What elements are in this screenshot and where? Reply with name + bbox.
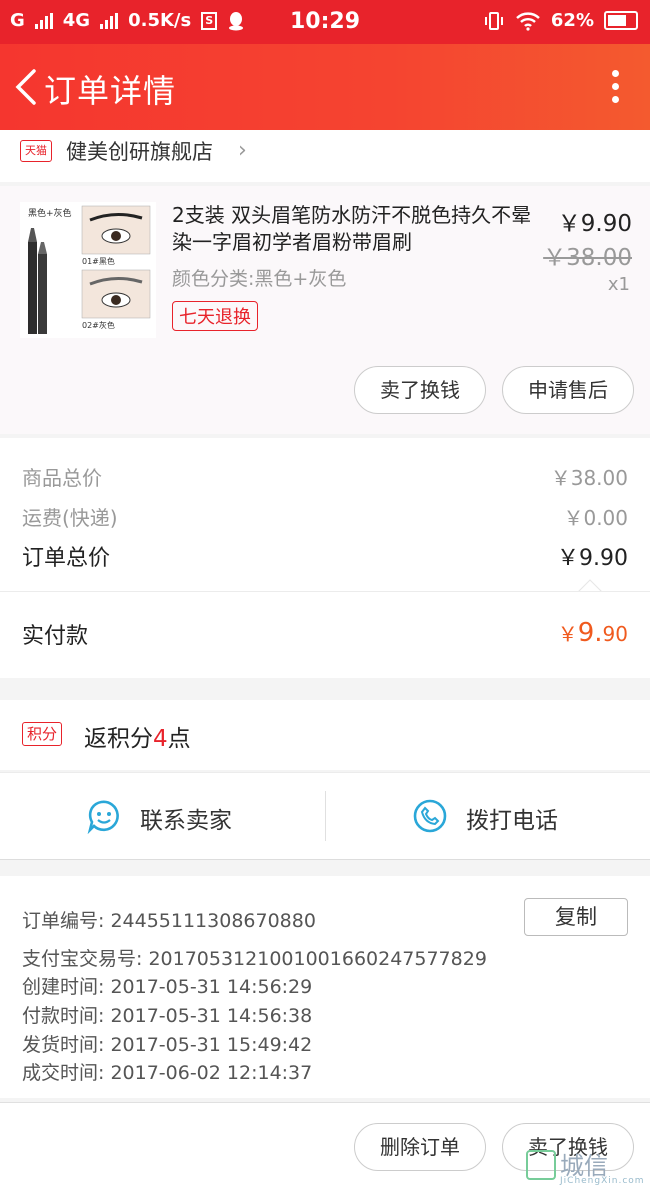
order-total-value: ￥9.90 — [557, 546, 628, 571]
thumb-label-2: 02#灰色 — [82, 320, 115, 330]
created-time: 创建时间: 2017-05-31 14:56:29 — [22, 976, 313, 998]
summary-divider — [0, 591, 650, 592]
page-title: 订单详情 — [44, 72, 177, 110]
price-summary: 商品总价 ￥38.00 运费(快递) ￥0.00 订单总价 ￥9.90 实付款 … — [0, 438, 650, 678]
paid-currency: ￥ — [557, 622, 578, 646]
points-text-before: 返积分 — [84, 726, 153, 752]
order-number: 订单编号: 24455111308670880 — [22, 910, 316, 932]
return-policy-badge: 七天退换 — [172, 301, 258, 331]
call-phone-label: 拨打电话 — [466, 808, 558, 834]
after-sale-button[interactable]: 申请售后 — [502, 366, 634, 414]
watermark-icon — [526, 1150, 556, 1180]
tmall-badge-icon: 天猫 — [20, 140, 52, 162]
contact-bar: 联系卖家 拨打电话 — [0, 772, 650, 860]
shop-name[interactable]: 健美创研旗舰店 — [66, 136, 213, 166]
chat-icon — [87, 800, 119, 834]
product-card[interactable]: 黑色+灰色 01#黑色 02#灰色 2支装 双头眉笔防水防汗不脱色持久不晕染一字… — [0, 186, 650, 434]
points-row: 积分 返积分4点 — [0, 700, 650, 770]
paid-decimal: 90 — [602, 622, 628, 646]
points-text-after: 点 — [167, 726, 191, 752]
goods-total-label: 商品总价 — [22, 466, 102, 490]
watermark-logo: 城信 JiChengXin.com — [524, 1146, 644, 1190]
more-menu-icon[interactable] — [610, 70, 620, 106]
order-total-label: 订单总价 — [22, 546, 111, 571]
product-title[interactable]: 2支装 双头眉笔防水防汗不脱色持久不晕染一字眉初学者眉粉带眉刷 — [172, 202, 542, 256]
wifi-icon — [516, 11, 540, 31]
points-text: 返积分4点 — [84, 719, 191, 753]
delete-order-button[interactable]: 删除订单 — [354, 1123, 486, 1171]
completed-time: 成交时间: 2017-06-02 12:14:37 — [22, 1062, 313, 1084]
caret-up-icon — [578, 579, 602, 592]
shipping-value: ￥0.00 — [563, 506, 628, 530]
thumb-label-1: 01#黑色 — [82, 256, 115, 266]
product-attribute: 颜色分类:黑色+灰色 — [172, 268, 347, 290]
paid-value: ￥9.90 — [558, 618, 628, 648]
shipping-label: 运费(快递) — [22, 506, 118, 530]
product-original-price: ￥38.00 — [543, 245, 632, 271]
product-quantity: x1 — [607, 274, 630, 295]
product-thumbnail[interactable]: 黑色+灰色 01#黑色 02#灰色 — [20, 202, 156, 338]
battery-percent: 62% — [550, 10, 594, 31]
shipped-time: 发货时间: 2017-05-31 15:49:42 — [22, 1034, 313, 1056]
back-arrow-icon[interactable] — [10, 67, 44, 107]
chevron-right-icon: › — [238, 138, 247, 163]
battery-icon — [604, 11, 638, 30]
points-number: 4 — [153, 726, 168, 752]
alipay-transaction-number: 支付宝交易号: 2017053121001001660247577829 — [22, 948, 487, 970]
vibrate-icon — [484, 11, 503, 30]
shop-row[interactable]: 天猫 健美创研旗舰店 › — [0, 130, 650, 182]
goods-total-value: ￥38.00 — [550, 466, 628, 490]
phone-icon — [413, 799, 447, 833]
paid-label: 实付款 — [22, 624, 89, 649]
bottom-action-bar: 删除订单 卖了换钱 城信 JiChengXin.com — [0, 1102, 650, 1194]
status-bar: G 4G 0.5K/s S 10:29 62% — [0, 0, 650, 44]
contact-seller-label: 联系卖家 — [140, 808, 232, 834]
call-phone-button[interactable]: 拨打电话 — [326, 773, 650, 859]
eyebrow-pencil-image: 黑色+灰色 01#黑色 02#灰色 — [20, 202, 156, 338]
title-bar: 订单详情 — [0, 44, 650, 130]
copy-order-number-button[interactable]: 复制 — [524, 898, 628, 936]
sell-for-cash-button[interactable]: 卖了换钱 — [354, 366, 486, 414]
points-badge-icon: 积分 — [22, 722, 63, 746]
watermark-subtext: JiChengXin.com — [560, 1176, 645, 1186]
order-info: 订单编号: 24455111308670880 复制 支付宝交易号: 20170… — [0, 876, 650, 1098]
paid-int: 9. — [577, 618, 603, 648]
thumb-caption: 黑色+灰色 — [28, 207, 72, 219]
paid-time: 付款时间: 2017-05-31 14:56:38 — [22, 1005, 313, 1027]
status-right: 62% — [483, 10, 638, 31]
contact-seller-button[interactable]: 联系卖家 — [0, 773, 325, 859]
product-price: ￥9.90 — [557, 211, 632, 237]
